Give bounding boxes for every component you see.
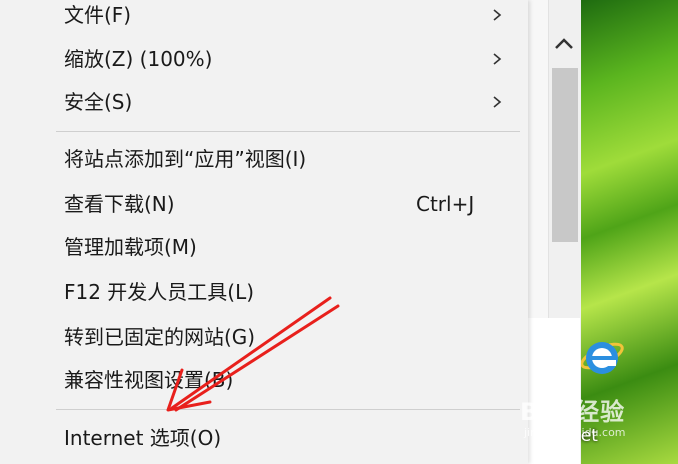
menu-item-label: F12 开发人员工具(L) [64, 280, 255, 304]
menu-item-security[interactable]: 安全(S) [0, 81, 528, 124]
menu-item-label: 缩放(Z) (100%) [64, 47, 213, 71]
menu-item-label: 文件(F) [64, 3, 132, 27]
page-content-block [528, 318, 580, 464]
menu-item-shortcut: Ctrl+J [416, 192, 475, 216]
menu-item-label: 兼容性视图设置(B) [64, 368, 234, 392]
chevron-right-icon [493, 53, 502, 65]
menu-item-add-site-to-apps[interactable]: 将站点添加到“应用”视图(I) [0, 138, 528, 181]
chevron-right-icon [493, 96, 502, 108]
menu-item-f12-dev-tools[interactable]: F12 开发人员工具(L) [0, 271, 528, 314]
menu-item-label: 查看下载(N) [64, 192, 175, 216]
screen: net 文件(F) 缩放(Z) (100%) 安全(S) 将站点添加到“应用”视… [0, 0, 678, 464]
menu-item-label: 管理加载项(M) [64, 235, 197, 259]
menu-item-label: 将站点添加到“应用”视图(I) [64, 147, 307, 171]
menu-item-compat-view-settings[interactable]: 兼容性视图设置(B) [0, 359, 528, 402]
scroll-up-arrow-icon[interactable] [548, 28, 580, 60]
watermark-subtext: jingyan.baidu.com [524, 426, 626, 439]
menu-item-label: 安全(S) [64, 90, 133, 114]
scrollbar-thumb[interactable] [552, 68, 578, 242]
menu-item-label: 转到已固定的网站(G) [64, 325, 256, 349]
menu-separator [56, 131, 520, 132]
menu-item-manage-addons[interactable]: 管理加载项(M) [0, 226, 528, 269]
menu-item-label: Internet 选项(O) [64, 426, 222, 450]
menu-separator [56, 409, 520, 410]
menu-item-zoom[interactable]: 缩放(Z) (100%) [0, 38, 528, 81]
menu-item-view-downloads[interactable]: 查看下载(N) Ctrl+J [0, 183, 528, 226]
chevron-right-icon [493, 9, 502, 21]
menu-item-internet-options[interactable]: Internet 选项(O) [0, 417, 528, 460]
tools-menu: 文件(F) 缩放(Z) (100%) 安全(S) 将站点添加到“应用”视图(I)… [0, 0, 528, 464]
menu-item-file[interactable]: 文件(F) [0, 0, 528, 37]
watermark-text: Bai 经验 [520, 398, 626, 426]
menu-item-pinned-sites[interactable]: 转到已固定的网站(G) [0, 316, 528, 359]
internet-explorer-icon[interactable] [578, 326, 626, 386]
